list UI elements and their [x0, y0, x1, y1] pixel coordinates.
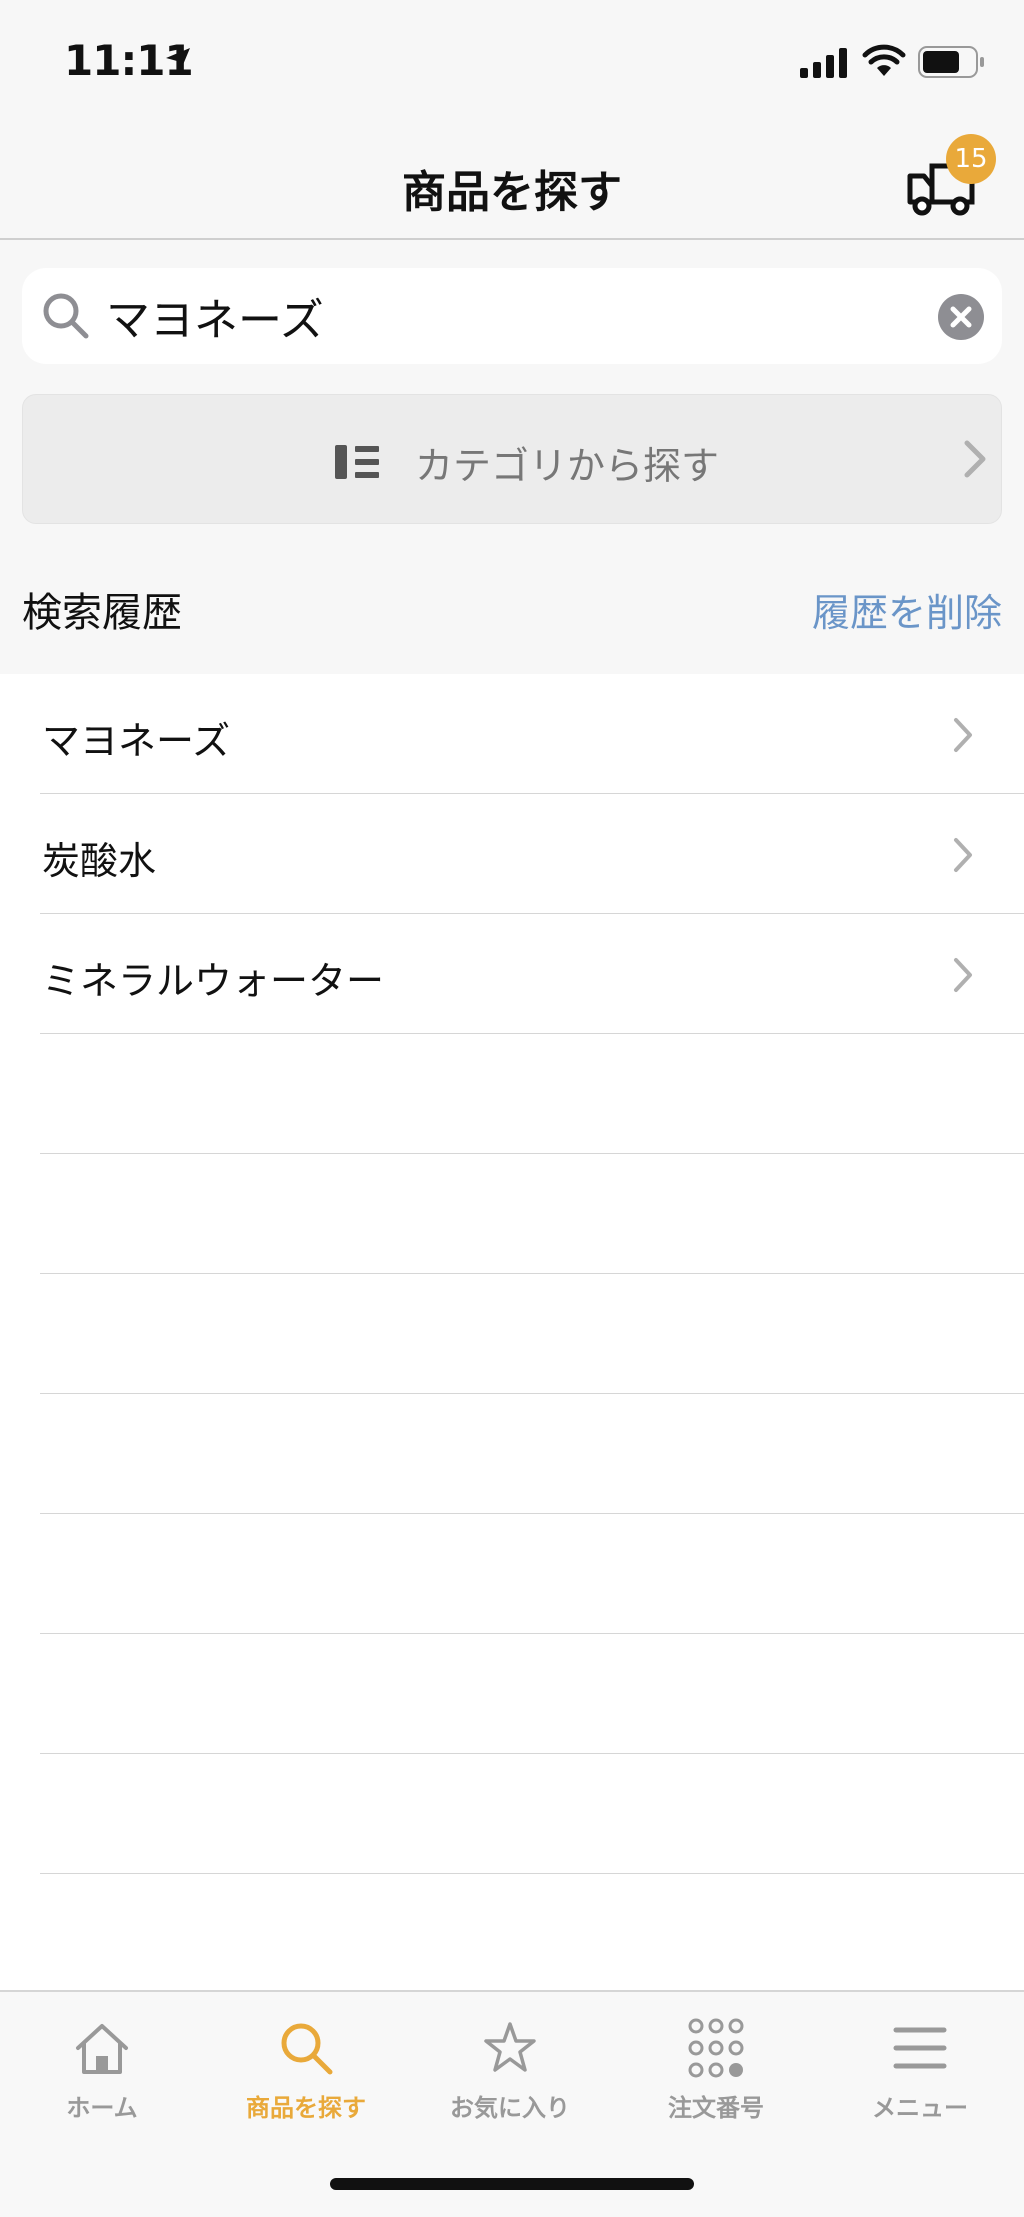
tab-home[interactable]: ホーム	[12, 2018, 192, 2128]
tab-label: 注文番号	[668, 2094, 764, 2122]
category-search-label: カテゴリから探す	[415, 444, 720, 488]
history-item-label: 炭酸水	[42, 839, 157, 883]
search-icon	[43, 293, 89, 339]
cellular-signal-icon	[800, 48, 847, 78]
clear-history-link[interactable]: 履歴を削除	[812, 582, 1002, 637]
chevron-right-icon	[954, 838, 972, 872]
chevron-right-icon	[954, 958, 972, 992]
battery-icon	[918, 46, 984, 78]
empty-row	[40, 1754, 1024, 1874]
header: 商品を探す 15	[0, 120, 1024, 240]
search-history-title: 検索履歴	[22, 590, 182, 636]
tab-label: お気に入り	[450, 2094, 570, 2122]
delivery-cart-button[interactable]: 15	[906, 134, 1002, 230]
empty-row	[40, 1394, 1024, 1514]
location-arrow-icon	[166, 48, 190, 72]
empty-row	[40, 1274, 1024, 1394]
star-icon	[484, 2022, 536, 2072]
history-item[interactable]: 炭酸水	[40, 794, 1024, 914]
page-title: 商品を探す	[402, 167, 622, 218]
clear-search-button[interactable]	[938, 294, 984, 340]
empty-row	[40, 1514, 1024, 1634]
history-item-label: ミネラルウォーター	[42, 959, 385, 1003]
search-history-list: マヨネーズ 炭酸水 ミネラルウォーター	[0, 674, 1024, 1990]
empty-row	[40, 1034, 1024, 1154]
history-item[interactable]: マヨネーズ	[40, 674, 1024, 794]
tab-menu[interactable]: メニュー	[830, 2018, 1010, 2128]
home-indicator[interactable]	[330, 2178, 694, 2190]
search-input[interactable]	[106, 284, 936, 348]
grid-icon	[688, 2018, 744, 2078]
search-box	[22, 268, 1002, 364]
close-icon	[950, 306, 972, 328]
category-search-button[interactable]: カテゴリから探す	[22, 394, 1002, 524]
tab-label: 商品を探す	[246, 2094, 366, 2122]
tab-label: メニュー	[872, 2094, 968, 2122]
search-icon	[281, 2023, 333, 2075]
chevron-right-icon	[954, 718, 972, 752]
home-icon	[76, 2024, 128, 2074]
tab-search[interactable]: 商品を探す	[216, 2018, 396, 2128]
empty-row	[40, 1634, 1024, 1754]
tab-label: ホーム	[66, 2094, 138, 2122]
wifi-icon	[862, 44, 906, 76]
chevron-right-icon	[964, 440, 986, 478]
tab-order-number[interactable]: 注文番号	[626, 2018, 806, 2128]
history-item[interactable]: ミネラルウォーター	[40, 914, 1024, 1034]
empty-row	[40, 1154, 1024, 1274]
history-item-label: マヨネーズ	[42, 719, 231, 763]
status-bar: 11:11	[0, 0, 1024, 120]
menu-icon	[893, 2027, 947, 2069]
cart-count-badge: 15	[946, 134, 996, 184]
category-list-icon	[335, 445, 379, 479]
tab-favorites[interactable]: お気に入り	[420, 2018, 600, 2128]
